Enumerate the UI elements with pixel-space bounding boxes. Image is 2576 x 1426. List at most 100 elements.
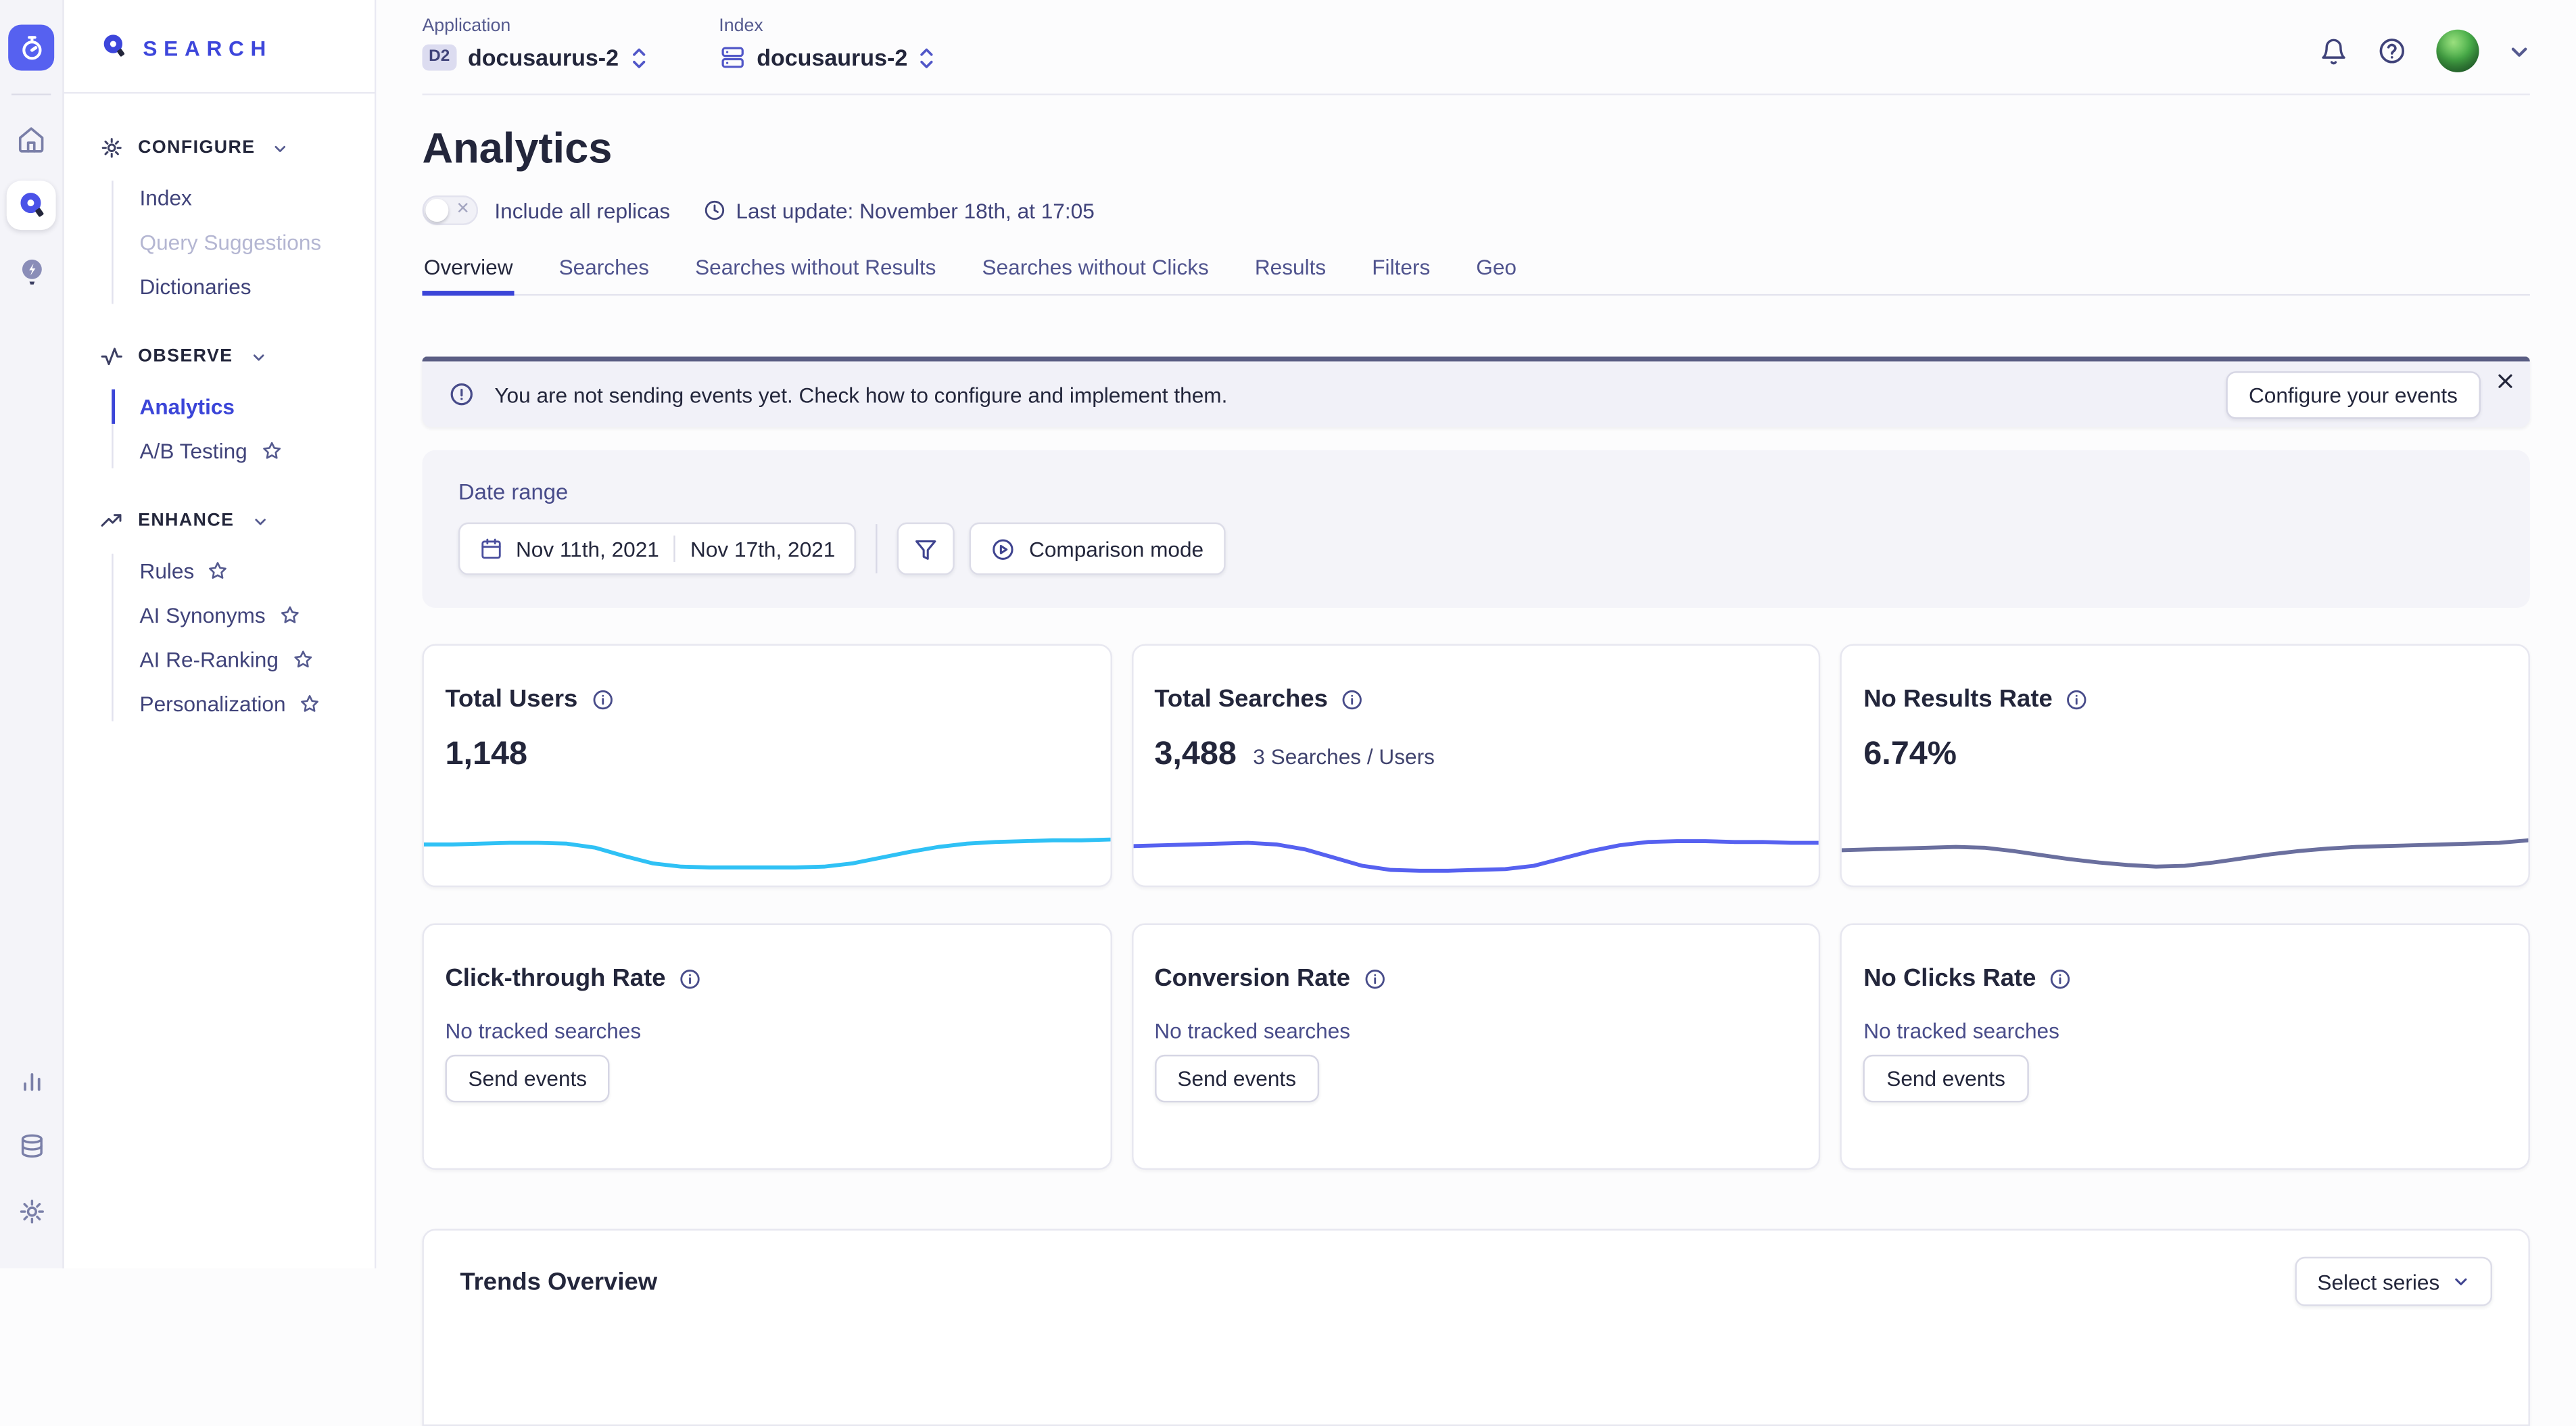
date-range-separator bbox=[674, 536, 675, 562]
date-range-start: Nov 11th, 2021 bbox=[516, 536, 659, 561]
nav-section-enhance: ENHANCE Rules AI Synonyms AI R bbox=[100, 509, 375, 726]
sort-arrows-icon bbox=[630, 45, 646, 70]
configure-events-button[interactable]: Configure your events bbox=[2226, 371, 2481, 418]
trends-title: Trends Overview bbox=[460, 1268, 657, 1296]
sidebar-item-ab-testing[interactable]: A/B Testing bbox=[112, 429, 375, 473]
index-select[interactable]: docusaurus-2 bbox=[719, 45, 935, 71]
last-update: Last update: November 18th, at 17:05 bbox=[703, 198, 1095, 222]
chevron-down-icon bbox=[273, 141, 288, 156]
send-events-button[interactable]: Send events bbox=[1154, 1055, 1319, 1102]
sidebar-item-query-suggestions[interactable]: Query Suggestions bbox=[112, 220, 375, 265]
app-switcher-button[interactable] bbox=[8, 24, 54, 70]
total-users-sparkline bbox=[424, 823, 1110, 879]
sidebar-item-label: Query Suggestions bbox=[140, 230, 322, 254]
clock-icon bbox=[703, 199, 726, 222]
activity-pulse-icon bbox=[100, 345, 123, 368]
info-icon[interactable] bbox=[2049, 967, 2072, 990]
bar-chart-icon bbox=[18, 1066, 45, 1093]
empty-state-text: No tracked searches bbox=[1133, 993, 1819, 1043]
info-icon bbox=[448, 381, 475, 408]
card-title: Total Searches bbox=[1154, 685, 1328, 713]
filter-button[interactable] bbox=[898, 523, 955, 575]
account-chevron-down-icon[interactable] bbox=[2508, 41, 2530, 62]
meta-row: ✕ Include all replicas Last update: Nove… bbox=[422, 195, 2529, 225]
application-label: Application bbox=[422, 16, 646, 36]
banner-close-icon[interactable] bbox=[2494, 370, 2517, 393]
rail-analytics-button[interactable] bbox=[7, 1055, 56, 1104]
tab-results[interactable]: Results bbox=[1253, 255, 1327, 294]
sidebar-item-label: Dictionaries bbox=[140, 275, 252, 299]
info-icon[interactable] bbox=[2066, 688, 2089, 711]
rail-search-button[interactable] bbox=[7, 181, 56, 230]
nav-section-enhance-header[interactable]: ENHANCE bbox=[100, 509, 375, 532]
sidebar-item-analytics[interactable]: Analytics bbox=[112, 385, 375, 429]
tab-overview[interactable]: Overview bbox=[422, 255, 515, 294]
card-title: No Clicks Rate bbox=[1863, 964, 2036, 992]
select-series-label: Select series bbox=[2317, 1269, 2439, 1293]
send-events-button[interactable]: Send events bbox=[445, 1055, 610, 1102]
user-avatar[interactable] bbox=[2436, 30, 2479, 72]
magnifier-logo-icon bbox=[100, 33, 130, 63]
date-range-end: Nov 17th, 2021 bbox=[690, 536, 835, 561]
metric-value: 3,488 bbox=[1154, 736, 1237, 774]
rail-home-button[interactable] bbox=[7, 115, 56, 164]
sidebar-item-rules[interactable]: Rules bbox=[112, 549, 375, 594]
include-replicas-toggle[interactable]: ✕ bbox=[422, 195, 478, 225]
star-icon bbox=[291, 649, 313, 671]
date-range-controls: Nov 11th, 2021 Nov 17th, 2021 bbox=[458, 523, 2494, 575]
sidebar-item-index[interactable]: Index bbox=[112, 176, 375, 220]
metric-value: 6.74% bbox=[1863, 736, 1957, 774]
select-series-button[interactable]: Select series bbox=[2294, 1257, 2492, 1306]
star-icon bbox=[208, 561, 229, 582]
sidebar-item-label: AI Re-Ranking bbox=[140, 647, 279, 671]
info-icon[interactable] bbox=[679, 967, 702, 990]
toggle-off-x-icon: ✕ bbox=[456, 200, 470, 218]
tab-filters[interactable]: Filters bbox=[1370, 255, 1432, 294]
sidebar-item-ai-re-ranking[interactable]: AI Re-Ranking bbox=[112, 638, 375, 682]
no-results-rate-sparkline bbox=[1842, 823, 2529, 879]
nav-section-configure-header[interactable]: CONFIGURE bbox=[100, 137, 375, 160]
info-icon[interactable] bbox=[1363, 967, 1386, 990]
sidebar-item-label: A/B Testing bbox=[140, 439, 247, 463]
sidebar-item-label: AI Synonyms bbox=[140, 603, 266, 627]
sidebar-item-label: Index bbox=[140, 186, 192, 210]
sidebar-nav: CONFIGURE Index Query Suggestions Dictio… bbox=[64, 93, 375, 762]
send-events-button[interactable]: Send events bbox=[1863, 1055, 2028, 1102]
sidebar-item-dictionaries[interactable]: Dictionaries bbox=[112, 264, 375, 309]
comparison-mode-label: Comparison mode bbox=[1029, 536, 1203, 561]
tab-searches-without-clicks[interactable]: Searches without Clicks bbox=[980, 255, 1210, 294]
star-icon bbox=[299, 693, 320, 715]
rail-data-button[interactable] bbox=[7, 1120, 56, 1170]
no-clicks-rate-card: No Clicks Rate No tracked searches Send … bbox=[1840, 924, 2530, 1170]
date-range-picker[interactable]: Nov 11th, 2021 Nov 17th, 2021 bbox=[458, 523, 857, 575]
product-logo[interactable]: SEARCH bbox=[64, 0, 375, 62]
banner-message: You are not sending events yet. Check ho… bbox=[494, 382, 1227, 406]
help-button[interactable] bbox=[2377, 36, 2407, 66]
sidebar-item-personalization[interactable]: Personalization bbox=[112, 682, 375, 726]
nav-section-label: ENHANCE bbox=[138, 511, 234, 531]
info-icon[interactable] bbox=[591, 688, 614, 711]
notifications-bell-button[interactable] bbox=[2320, 37, 2347, 65]
comparison-mode-button[interactable]: Comparison mode bbox=[970, 523, 1225, 575]
tab-searches-without-results[interactable]: Searches without Results bbox=[694, 255, 938, 294]
gear-icon bbox=[18, 1197, 45, 1225]
rail-recommend-button[interactable] bbox=[7, 246, 56, 295]
lightbulb-bolt-icon bbox=[16, 256, 47, 287]
application-select[interactable]: D2 docusaurus-2 bbox=[422, 45, 646, 71]
product-logo-text: SEARCH bbox=[143, 35, 272, 60]
nav-section-label: CONFIGURE bbox=[138, 138, 256, 158]
sidebar-item-label: Personalization bbox=[140, 692, 286, 716]
chevron-down-icon bbox=[2453, 1273, 2469, 1289]
tab-geo[interactable]: Geo bbox=[1475, 255, 1519, 294]
sidebar-item-ai-synonyms[interactable]: AI Synonyms bbox=[112, 593, 375, 638]
chevron-down-icon bbox=[251, 349, 266, 364]
info-icon[interactable] bbox=[1341, 688, 1364, 711]
no-results-rate-card: No Results Rate 6.74% bbox=[1840, 644, 2530, 887]
tab-searches[interactable]: Searches bbox=[557, 255, 650, 294]
date-range-label: Date range bbox=[458, 480, 2494, 504]
index-selector: Index docusaurus-2 bbox=[719, 16, 935, 70]
nav-section-observe-header[interactable]: OBSERVE bbox=[100, 345, 375, 368]
rail-settings-button[interactable] bbox=[7, 1186, 56, 1235]
card-title: Conversion Rate bbox=[1154, 964, 1350, 992]
sidebar-item-label: Analytics bbox=[140, 394, 235, 419]
